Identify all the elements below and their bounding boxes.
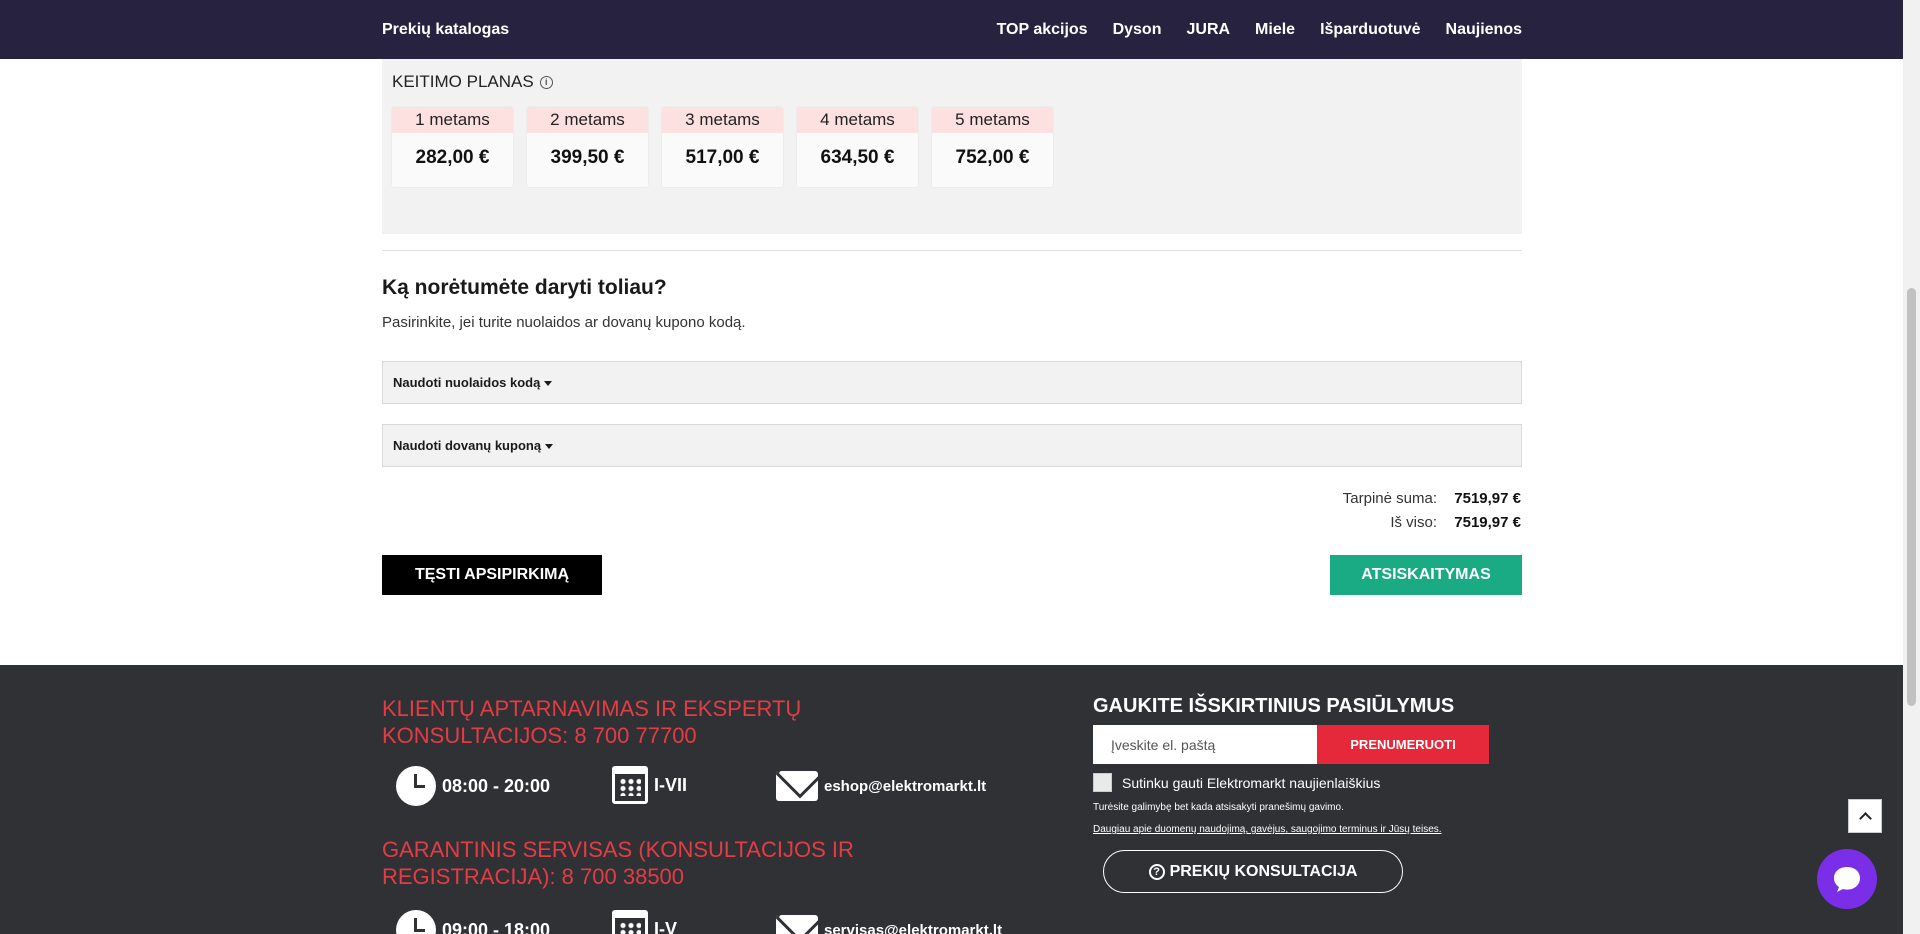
catalog-link[interactable]: Prekių katalogas <box>382 21 509 39</box>
plan-option-2[interactable]: 2 metams 399,50 € <box>527 107 648 187</box>
subscribe-button[interactable]: PRENUMERUOTI <box>1317 725 1489 764</box>
plan-price: 752,00 € <box>955 147 1030 168</box>
plan-price: 282,00 € <box>415 147 490 168</box>
plan-option-1[interactable]: 1 metams 282,00 € <box>392 107 513 187</box>
service-hours: 08:00 - 20:00 <box>396 766 550 806</box>
next-steps-subtitle: Pasirinkite, jei turite nuolaidos ar dov… <box>382 314 746 331</box>
subtotal-value: 7519,97 € <box>1454 490 1521 507</box>
newsletter-title: GAUKITE IŠSKIRTINIUS PASIŪLYMUS <box>1093 695 1455 717</box>
nav-jura[interactable]: JURA <box>1186 21 1230 39</box>
gift-coupon-toggle[interactable]: Naudoti dovanų kuponą <box>382 424 1522 467</box>
plan-period: 4 metams <box>797 107 918 133</box>
order-totals: Tarpinė suma: 7519,97 € Iš viso: 7519,97… <box>1343 490 1521 538</box>
unsubscribe-note: Turėsite galimybę bet kada atsisakyti pr… <box>1093 802 1344 813</box>
data-usage-link[interactable]: Daugiau apie duomenų naudojimą, gavėjus,… <box>1093 824 1442 835</box>
plan-title: KEITIMO PLANAS i <box>392 72 553 92</box>
plan-period: 1 metams <box>392 107 513 133</box>
service-email-text[interactable]: eshop@elektromarkt.lt <box>824 778 986 795</box>
top-navigation: Prekių katalogas TOP akcijos Dyson JURA … <box>0 0 1903 59</box>
plan-period: 3 metams <box>662 107 783 133</box>
plan-price: 517,00 € <box>685 147 760 168</box>
plan-price: 634,50 € <box>820 147 895 168</box>
warranty-hours-text: 09:00 - 18:00 <box>442 919 551 934</box>
product-consultation-button[interactable]: ? PREKIŲ KONSULTACIJA <box>1103 850 1403 893</box>
page-scrollbar[interactable] <box>1903 0 1920 934</box>
plan-title-text: KEITIMO PLANAS <box>392 72 534 91</box>
total-label: Iš viso: <box>1390 514 1437 531</box>
question-icon: ? <box>1148 863 1165 880</box>
warranty-service-title: GARANTINIS SERVISAS (KONSULTACIJOS IR RE… <box>382 837 854 889</box>
continue-shopping-button[interactable]: TĘSTI APSIPIRKIMĄ <box>382 555 602 595</box>
newsletter-email-input[interactable] <box>1093 725 1317 764</box>
total-value: 7519,97 € <box>1454 514 1521 531</box>
clock-icon <box>396 766 436 806</box>
warranty-email[interactable]: servisas@elektromarkt.lt <box>776 915 1002 934</box>
caret-down-icon <box>544 381 553 387</box>
service-days-text: I-VII <box>654 774 688 795</box>
plan-period: 5 metams <box>932 107 1053 133</box>
main-nav: TOP akcijos Dyson JURA Miele Išparduotuv… <box>997 21 1522 39</box>
mail-icon <box>776 915 818 934</box>
nav-ispardotuve[interactable]: Išparduotuvė <box>1320 21 1420 39</box>
customer-service-title: KLIENTŲ APTARNAVIMAS IR EKSPERTŲ KONSULT… <box>382 696 802 748</box>
checkout-button[interactable]: ATSISKAITYMAS <box>1330 555 1522 595</box>
scroll-to-top-button[interactable] <box>1848 799 1882 833</box>
plan-option-4[interactable]: 4 metams 634,50 € <box>797 107 918 187</box>
discount-code-label: Naudoti nuolaidos kodą <box>393 375 541 390</box>
service-days: I-VII <box>612 766 687 804</box>
caret-down-icon <box>545 444 554 450</box>
discount-code-toggle[interactable]: Naudoti nuolaidos kodą <box>382 361 1522 404</box>
next-steps-title: Ką norėtumėte daryti toliau? <box>382 276 667 299</box>
nav-top-akcijos[interactable]: TOP akcijos <box>997 21 1088 39</box>
plan-option-3[interactable]: 3 metams 517,00 € <box>662 107 783 187</box>
calendar-icon <box>612 766 648 804</box>
scrollbar-thumb[interactable] <box>1907 288 1916 706</box>
warranty-email-text[interactable]: servisas@elektromarkt.lt <box>824 922 1002 934</box>
info-icon[interactable]: i <box>539 75 553 89</box>
service-email[interactable]: eshop@elektromarkt.lt <box>776 771 986 801</box>
service-hours-text: 08:00 - 20:00 <box>442 775 551 796</box>
warranty-hours: 09:00 - 18:00 <box>396 910 550 934</box>
chevron-up-icon <box>1858 811 1872 825</box>
plan-option-5[interactable]: 5 metams 752,00 € <box>932 107 1053 187</box>
subtotal-label: Tarpinė suma: <box>1342 490 1437 507</box>
chat-button[interactable] <box>1817 849 1877 909</box>
replacement-plan-panel: KEITIMO PLANAS i 1 metams 282,00 € 2 met… <box>382 59 1522 234</box>
nav-miele[interactable]: Miele <box>1255 21 1295 39</box>
nav-dyson[interactable]: Dyson <box>1113 21 1162 39</box>
plan-period: 2 metams <box>527 107 648 133</box>
chat-bubble-icon <box>1834 867 1860 892</box>
calendar-icon <box>612 910 648 934</box>
section-divider <box>382 250 1522 251</box>
gift-coupon-label: Naudoti dovanų kuponą <box>393 438 542 453</box>
subtotal-row: Tarpinė suma: 7519,97 € <box>1343 490 1521 507</box>
clock-icon <box>396 910 436 934</box>
plan-price: 399,50 € <box>550 147 625 168</box>
total-row: Iš viso: 7519,97 € <box>1343 514 1521 531</box>
warranty-days-text: I-V <box>654 918 678 934</box>
newsletter-consent-label: Sutinku gauti Elektromarkt naujienlaiški… <box>1122 775 1381 791</box>
mail-icon <box>776 771 818 801</box>
nav-naujienos[interactable]: Naujienos <box>1446 21 1522 39</box>
newsletter-consent-checkbox[interactable] <box>1093 773 1112 792</box>
warranty-days: I-V <box>612 910 677 934</box>
product-consultation-label: PREKIŲ KONSULTACIJA <box>1169 862 1358 880</box>
